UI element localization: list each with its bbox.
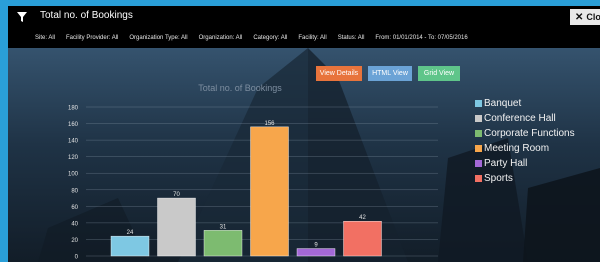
window-title: Total no. of Bookings	[40, 10, 133, 21]
bar-5	[343, 221, 382, 257]
legend-item-party-hall[interactable]: Party Hall	[475, 156, 595, 171]
legend-swatch	[475, 145, 482, 152]
bar-data-label: 156	[264, 121, 275, 127]
legend-item-meeting-room[interactable]: Meeting Room	[475, 141, 595, 156]
legend-swatch	[475, 115, 482, 122]
y-tick-label: 80	[71, 188, 78, 194]
legend-label: Party Hall	[484, 158, 528, 169]
chart-legend: Banquet Conference Hall Corporate Functi…	[475, 96, 595, 186]
bar-data-label: 42	[359, 215, 366, 221]
bar-2	[203, 230, 243, 257]
legend-item-sports[interactable]: Sports	[475, 171, 595, 186]
close-icon: ✕	[575, 11, 584, 23]
bar-data-label: 70	[173, 192, 180, 198]
y-tick-label: 0	[75, 255, 79, 261]
bar-3	[250, 126, 289, 257]
bar-1	[157, 197, 196, 257]
filter-facility-provider: Facility Provider: All	[66, 35, 119, 41]
filter-site: Site: All	[35, 35, 56, 41]
filter-date-range: From: 01/01/2014 - To: 07/05/2016	[375, 35, 468, 41]
chart-title: Total no. of Bookings	[198, 83, 282, 93]
filter-category: Category: All	[253, 35, 288, 41]
bookings-window: Total no. of Bookings ✕ Close Site: All …	[8, 6, 600, 262]
filter-status: Status: All	[337, 35, 365, 41]
chart-panel: View Details HTML View Grid View Total n…	[8, 48, 600, 262]
legend-label: Meeting Room	[484, 143, 550, 154]
legend-label: Banquet	[484, 98, 522, 109]
y-tick-label: 40	[71, 221, 78, 227]
filter-icon[interactable]	[11, 6, 33, 28]
bar-data-label: 31	[220, 224, 227, 230]
legend-item-corporate-functions[interactable]: Corporate Functions	[475, 126, 595, 141]
close-button[interactable]: ✕ Close	[570, 9, 600, 25]
filter-organization: Organization: All	[198, 35, 243, 41]
legend-label: Corporate Functions	[484, 128, 575, 139]
y-tick-label: 180	[68, 106, 79, 112]
bar-data-label: 9	[314, 243, 318, 249]
y-tick-label: 100	[68, 172, 79, 178]
bar-0	[110, 235, 150, 257]
y-tick-label: 60	[71, 205, 78, 211]
legend-item-conference-hall[interactable]: Conference Hall	[475, 111, 595, 126]
y-tick-label: 20	[71, 238, 78, 244]
y-tick-label: 140	[68, 139, 79, 145]
legend-swatch	[475, 100, 482, 107]
filter-organization-type: Organization Type: All	[129, 35, 188, 41]
legend-label: Sports	[484, 173, 513, 184]
bar-4	[296, 248, 336, 257]
legend-swatch	[475, 160, 482, 167]
bar-data-label: 24	[127, 230, 134, 236]
title-bar: Total no. of Bookings ✕ Close	[8, 6, 600, 28]
legend-swatch	[475, 175, 482, 182]
filter-summary-bar: Site: All Facility Provider: All Organiz…	[8, 28, 600, 48]
legend-label: Conference Hall	[484, 113, 556, 124]
close-label: Close	[586, 12, 600, 22]
filter-facility: Facility: All	[298, 35, 327, 41]
legend-swatch	[475, 130, 482, 137]
y-tick-label: 160	[68, 122, 79, 128]
legend-item-banquet[interactable]: Banquet	[475, 96, 595, 111]
y-tick-label: 120	[68, 155, 79, 161]
